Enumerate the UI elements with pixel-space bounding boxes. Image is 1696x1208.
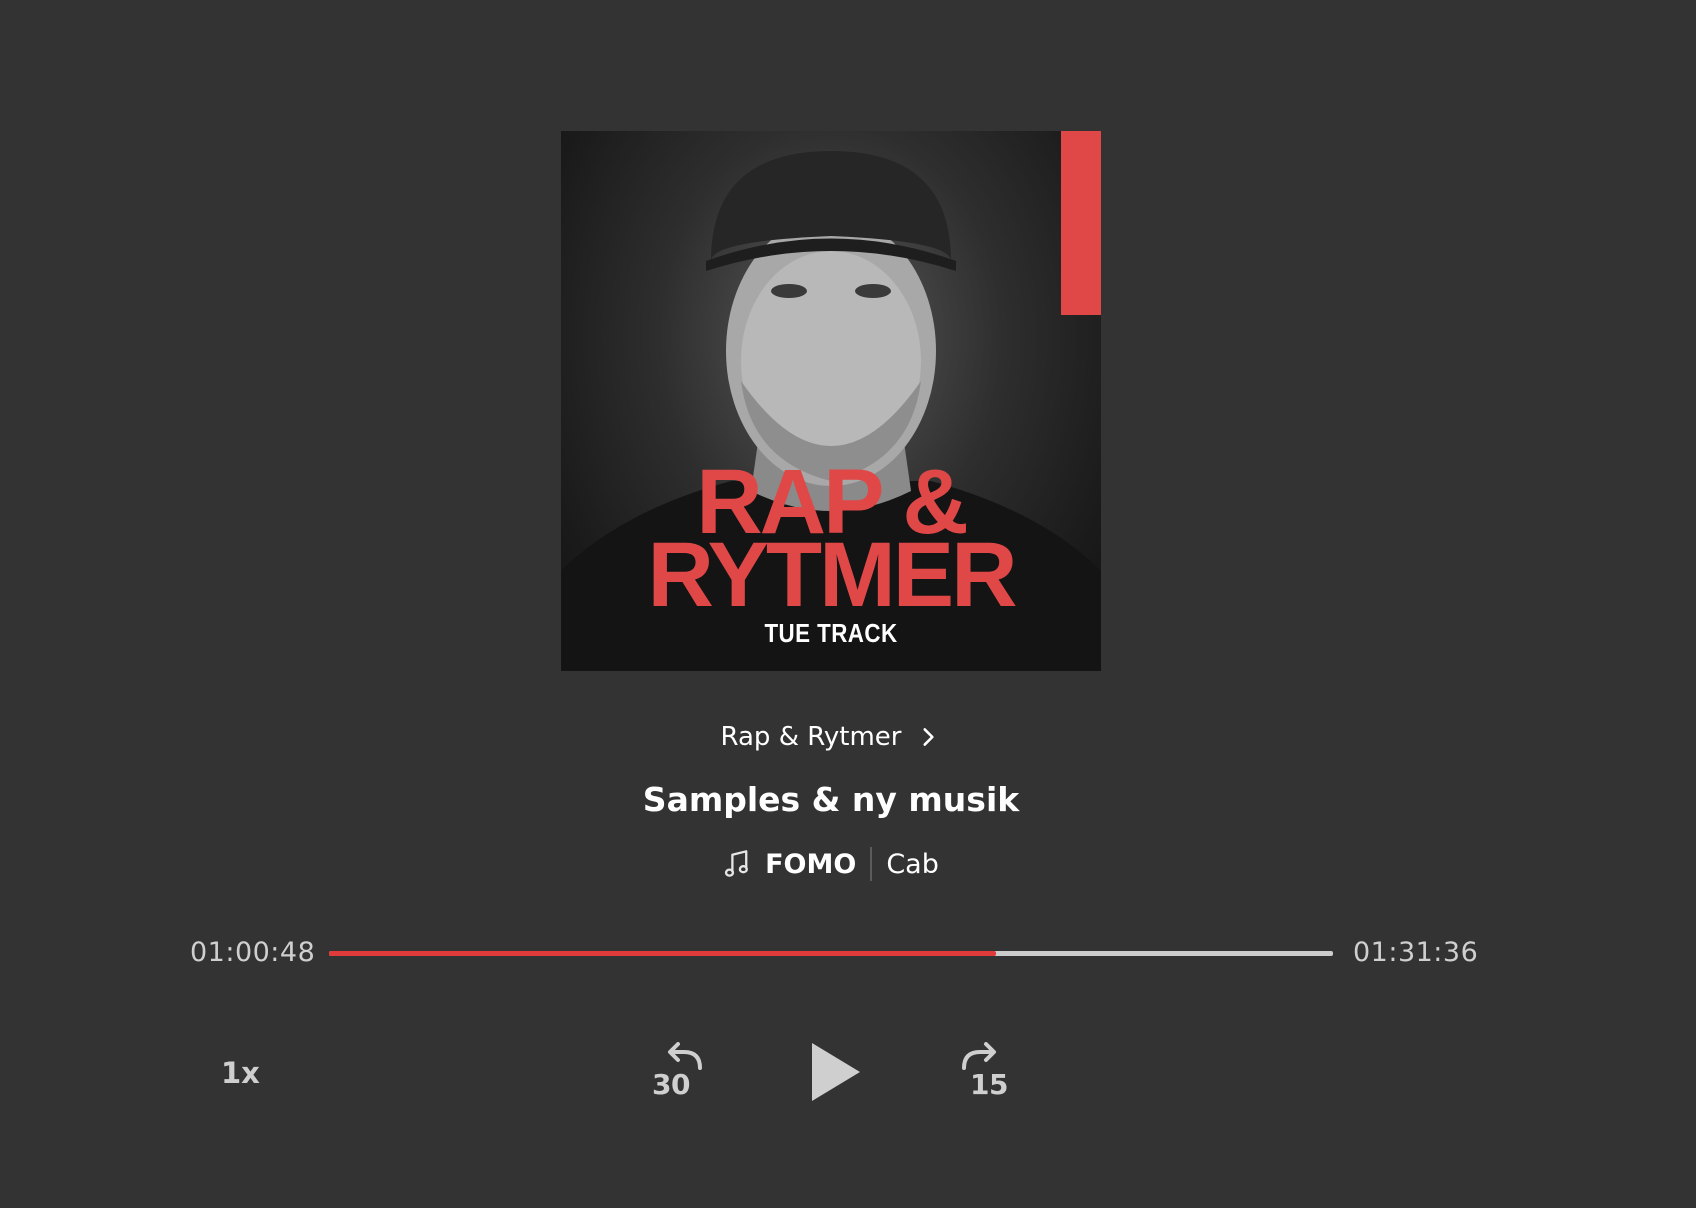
play-button[interactable]	[808, 1040, 864, 1104]
cover-host-name: TUE TRACK	[764, 618, 898, 648]
program-name: Rap & Rytmer	[720, 722, 902, 752]
music-note-icon	[724, 850, 749, 877]
total-time: 01:31:36	[1353, 937, 1479, 968]
progress-bar[interactable]	[329, 951, 1333, 956]
elapsed-time: 01:00:48	[190, 937, 316, 968]
track-separator	[870, 847, 873, 881]
play-icon	[812, 1043, 860, 1101]
cover-brand-line2: RYTMER	[647, 524, 1017, 626]
program-link[interactable]: Rap & Rytmer	[0, 722, 1662, 752]
track-name: FOMO	[765, 848, 857, 880]
accent-bar	[1061, 131, 1101, 315]
now-playing-track: FOMO Cab	[0, 847, 1662, 881]
skip-forward-button[interactable]: 15	[956, 1042, 1016, 1102]
chevron-right-icon	[923, 728, 935, 746]
progress-fill	[329, 951, 996, 956]
skip-back-button[interactable]: 30	[648, 1042, 708, 1102]
episode-title: Samples & ny musik	[642, 780, 1020, 819]
skip-back-seconds: 30	[652, 1068, 690, 1101]
skip-forward-seconds: 15	[970, 1068, 1008, 1101]
playback-speed-button[interactable]: 1x	[221, 1056, 260, 1090]
track-artist: Cab	[886, 848, 939, 880]
cover-art: RAP & RYTMER TUE TRACK	[561, 131, 1101, 671]
